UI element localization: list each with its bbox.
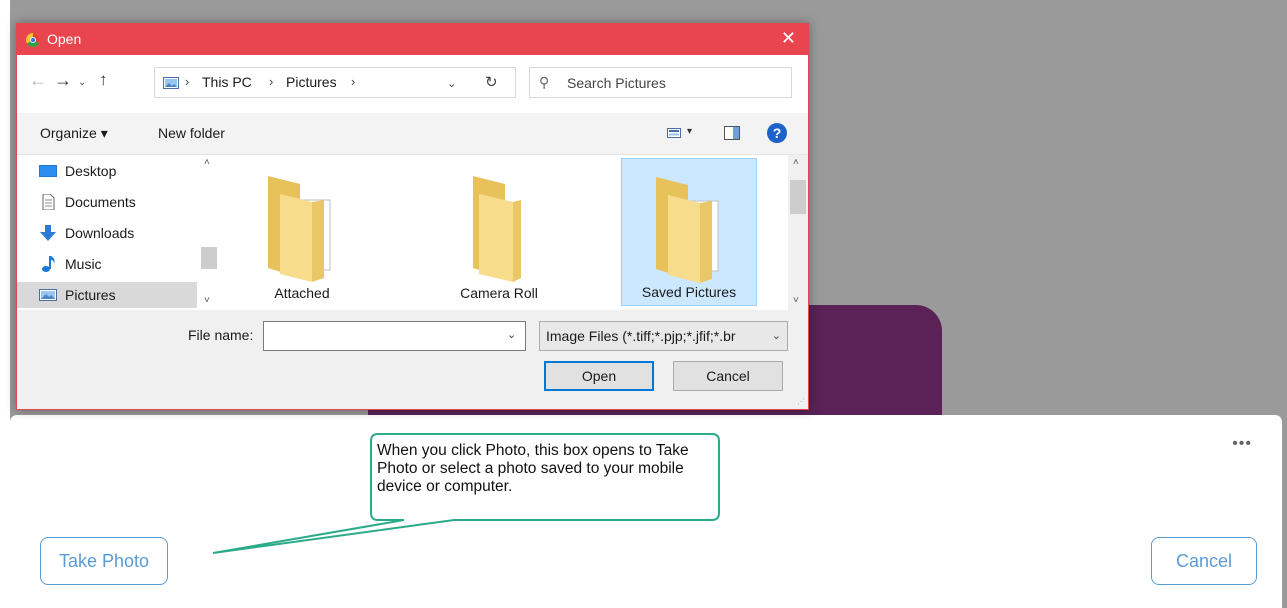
page-left-edge xyxy=(0,0,10,608)
address-bar[interactable]: › This PC › Pictures › ⌄ ↻ xyxy=(154,67,516,98)
folder-camera-roll[interactable]: Camera Roll xyxy=(431,158,567,306)
resize-grip-icon[interactable]: ⋰ xyxy=(797,398,805,406)
search-icon: ⚲ xyxy=(539,74,550,90)
help-icon[interactable]: ? xyxy=(767,123,787,143)
desktop-icon xyxy=(39,165,57,177)
nav-item-documents[interactable]: Documents xyxy=(17,189,197,215)
music-icon xyxy=(42,256,55,272)
search-box[interactable]: ⚲ Search Pictures xyxy=(529,67,792,98)
nav-item-label: Downloads xyxy=(65,225,135,241)
file-open-dialog: Open ✕ ← → ⌄ ↑ › This PC › Pictures › ⌄ … xyxy=(16,23,809,410)
nav-item-label: Music xyxy=(65,256,102,272)
nav-pane-scrollbar[interactable]: ˄ ˅ xyxy=(199,155,218,310)
dialog-title: Open xyxy=(47,31,82,47)
breadcrumb-pictures[interactable]: Pictures xyxy=(286,74,337,90)
file-list-scrollbar[interactable]: ˄ ˅ xyxy=(788,155,807,310)
scrollbar-thumb[interactable] xyxy=(201,247,217,269)
nav-item-label: Documents xyxy=(65,194,136,210)
callout-text: When you click Photo, this box opens to … xyxy=(377,442,689,495)
take-photo-button[interactable]: Take Photo xyxy=(40,537,168,585)
nav-item-downloads[interactable]: Downloads xyxy=(17,220,197,246)
nav-item-music[interactable]: Music xyxy=(17,251,197,277)
nav-item-label: Desktop xyxy=(65,163,117,179)
breadcrumb-separator: › xyxy=(269,74,274,89)
scroll-down-icon[interactable]: ˅ xyxy=(793,295,799,306)
documents-icon xyxy=(42,194,55,210)
breadcrumb-separator: › xyxy=(185,74,190,89)
file-name-dropdown-icon[interactable]: ⌄ xyxy=(507,328,516,341)
scrollbar-thumb[interactable] xyxy=(790,180,806,214)
view-options-dropdown[interactable]: ▾ xyxy=(687,126,692,137)
folder-name: Saved Pictures xyxy=(641,284,737,300)
up-folder-icon[interactable]: ↑ xyxy=(99,70,108,90)
file-name-label: File name: xyxy=(188,327,254,343)
back-icon[interactable]: ← xyxy=(29,70,47,91)
nav-item-label: Pictures xyxy=(65,287,116,303)
recent-locations-icon[interactable]: ⌄ xyxy=(78,77,86,88)
pictures-icon xyxy=(39,289,57,301)
breadcrumb-this-pc[interactable]: This PC xyxy=(202,74,252,90)
more-options-icon[interactable]: ••• xyxy=(1232,436,1252,452)
forward-icon[interactable]: → xyxy=(54,70,72,91)
breadcrumb-separator: › xyxy=(351,74,356,89)
pictures-library-icon xyxy=(163,77,179,89)
preview-pane-icon[interactable] xyxy=(724,126,740,140)
new-folder-button[interactable]: New folder xyxy=(158,125,225,141)
folder-attached[interactable]: Attached xyxy=(234,158,370,306)
file-list: Attached Camera Roll Saved Pictures xyxy=(218,155,788,310)
file-name-input[interactable] xyxy=(263,321,526,351)
folder-icon xyxy=(473,176,521,282)
change-view-icon[interactable] xyxy=(667,128,681,138)
nav-item-desktop[interactable]: Desktop xyxy=(17,158,197,184)
navigation-bar: ← → ⌄ ↑ › This PC › Pictures › ⌄ ↻ ⚲ Sea… xyxy=(17,55,808,113)
folder-name: Attached xyxy=(274,285,330,301)
file-type-value: Image Files (*.tiff;*.pjp;*.jfif;*.br xyxy=(546,328,736,344)
search-placeholder: Search Pictures xyxy=(567,75,666,91)
sheet-cancel-button[interactable]: Cancel xyxy=(1151,537,1257,585)
chevron-down-icon: ⌄ xyxy=(771,330,781,342)
folder-saved-pictures[interactable]: Saved Pictures xyxy=(621,158,757,306)
dialog-toolbar: Organize ▾ New folder ▾ ? xyxy=(17,113,808,155)
scroll-down-icon[interactable]: ˅ xyxy=(204,295,210,306)
scroll-up-icon[interactable]: ˄ xyxy=(793,157,799,168)
organize-button[interactable]: Organize ▾ xyxy=(40,125,108,142)
chrome-icon xyxy=(26,33,40,47)
address-dropdown-icon[interactable]: ⌄ xyxy=(447,77,456,90)
file-type-select[interactable]: Image Files (*.tiff;*.pjp;*.jfif;*.br ⌄ xyxy=(539,321,788,351)
close-icon[interactable]: ✕ xyxy=(781,28,796,49)
downloads-icon xyxy=(40,225,56,241)
scroll-up-icon[interactable]: ˄ xyxy=(204,157,210,168)
folder-icon xyxy=(656,177,719,283)
folder-name: Camera Roll xyxy=(460,285,538,301)
nav-item-pictures[interactable]: Pictures xyxy=(17,282,197,308)
cancel-button[interactable]: Cancel xyxy=(673,361,783,391)
refresh-icon[interactable]: ↻ xyxy=(485,73,498,91)
folder-icon xyxy=(268,176,331,282)
dialog-titlebar: Open ✕ xyxy=(17,24,808,55)
open-button[interactable]: Open xyxy=(544,361,654,391)
navigation-pane: Desktop Documents Downloads Music Pictur… xyxy=(17,155,218,310)
